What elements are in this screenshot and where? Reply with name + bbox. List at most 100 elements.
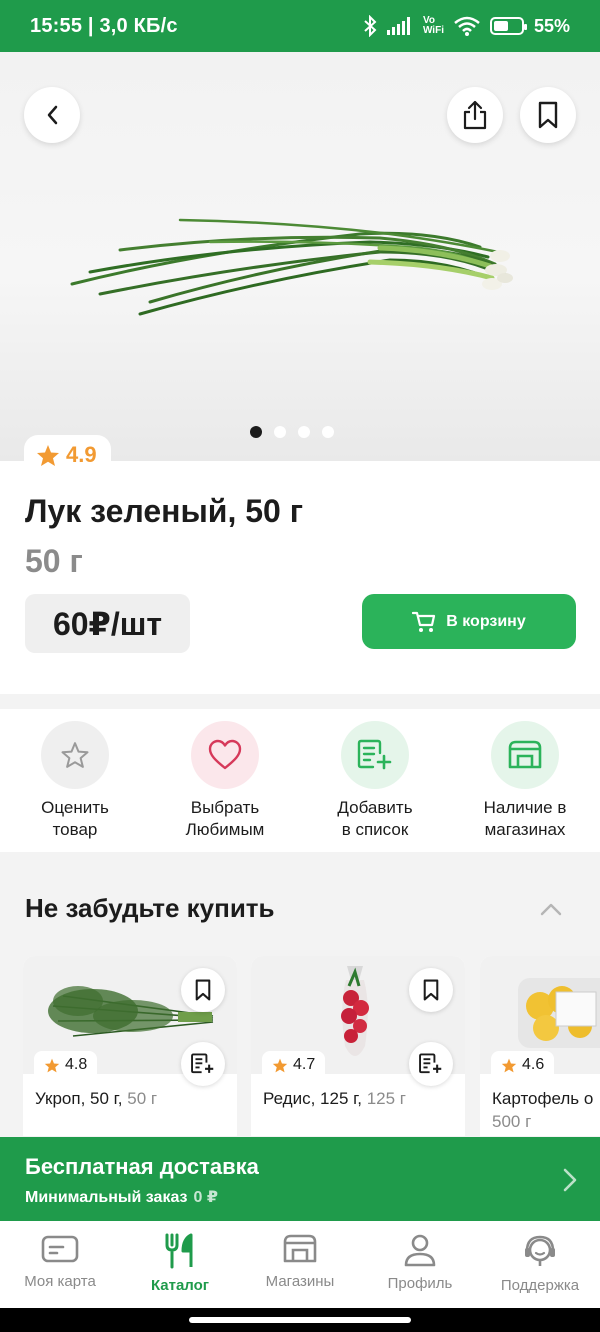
home-indicator[interactable] bbox=[189, 1317, 411, 1323]
availability-circle bbox=[491, 721, 559, 789]
add-to-cart-label: В корзину bbox=[446, 612, 526, 630]
product-price: 60₽/шт bbox=[25, 594, 190, 653]
card-name: Редис, 125 г, 125 г bbox=[263, 1087, 463, 1110]
status-bar: 15:55 | 3,0 КБ/с Vo WiFi 55% bbox=[0, 0, 600, 52]
add-to-cart-button[interactable]: В корзину bbox=[362, 594, 576, 649]
choose-favorite-label: Выбрать Любимым bbox=[185, 798, 265, 839]
rate-product-action[interactable]: Оценить товар bbox=[0, 709, 150, 852]
tab-catalog[interactable]: Каталог bbox=[120, 1221, 240, 1308]
add-to-list-action[interactable]: Добавить в список bbox=[300, 709, 450, 852]
store-icon bbox=[508, 740, 542, 769]
star-icon bbox=[44, 1058, 60, 1072]
heart-icon bbox=[208, 739, 242, 770]
card-rating-value: 4.6 bbox=[522, 1056, 545, 1073]
vowifi-icon: Vo WiFi bbox=[423, 16, 444, 36]
bookmark-icon bbox=[195, 979, 211, 1001]
card-rating-value: 4.7 bbox=[293, 1056, 316, 1073]
card-rating: 4.6 bbox=[491, 1051, 555, 1079]
product-gallery[interactable] bbox=[0, 52, 600, 461]
delivery-min-amount: 0 ₽ bbox=[193, 1189, 218, 1206]
recommend-carousel[interactable]: 4.8 Укроп, 50 г, 50 г 4.7 Редис, 125 г, … bbox=[0, 956, 600, 1136]
add-list-circle bbox=[341, 721, 409, 789]
favorite-circle bbox=[191, 721, 259, 789]
recommend-section-title: Не забудьте купить bbox=[25, 893, 275, 923]
product-rating-value: 4.9 bbox=[66, 442, 97, 467]
list-add-icon bbox=[357, 739, 392, 770]
tab-label: Каталог bbox=[150, 1277, 210, 1294]
gallery-dot[interactable] bbox=[298, 426, 310, 438]
gallery-dot[interactable] bbox=[274, 426, 286, 438]
product-rating[interactable]: 4.9 bbox=[24, 435, 111, 475]
tab-label: Поддержка bbox=[500, 1277, 580, 1294]
card-rating: 4.7 bbox=[262, 1051, 326, 1079]
card-rating: 4.8 bbox=[34, 1051, 98, 1079]
share-icon bbox=[463, 100, 487, 130]
free-delivery-banner[interactable]: Бесплатная доставка Минимальный заказ 0 ₽ bbox=[0, 1137, 600, 1221]
catalog-fork-knife-icon bbox=[165, 1233, 193, 1269]
star-icon bbox=[501, 1058, 517, 1072]
card-icon bbox=[41, 1235, 79, 1263]
delivery-min-label: Минимальный заказ bbox=[25, 1189, 188, 1206]
card-bookmark-button[interactable] bbox=[409, 968, 453, 1012]
rate-circle bbox=[41, 721, 109, 789]
card-name-text: Картофель о bbox=[492, 1089, 594, 1108]
tab-profile[interactable]: Профиль bbox=[360, 1221, 480, 1308]
status-time-speed: 15:55 | 3,0 КБ/с bbox=[30, 14, 178, 37]
card-weight: 125 г bbox=[366, 1089, 407, 1108]
product-weight: 50 г bbox=[25, 543, 83, 579]
product-card-dill[interactable]: 4.8 Укроп, 50 г, 50 г bbox=[23, 956, 237, 1136]
card-name: Картофель о 500 г bbox=[492, 1087, 600, 1133]
signal-icon bbox=[386, 17, 410, 35]
card-add-to-list-button[interactable] bbox=[181, 1042, 225, 1086]
chevron-up-icon[interactable] bbox=[537, 896, 565, 924]
product-image bbox=[70, 218, 513, 316]
tab-label: Магазины bbox=[265, 1273, 335, 1290]
store-availability-label: Наличие в магазинах bbox=[483, 798, 567, 839]
chevron-left-icon bbox=[47, 105, 58, 125]
share-button[interactable] bbox=[447, 87, 503, 143]
gallery-pagination[interactable] bbox=[250, 426, 334, 438]
product-card-radish[interactable]: 4.7 Редис, 125 г, 125 г bbox=[251, 956, 465, 1136]
card-add-to-list-button[interactable] bbox=[409, 1042, 453, 1086]
choose-favorite-action[interactable]: Выбрать Любимым bbox=[150, 709, 300, 852]
gallery-dot[interactable] bbox=[250, 426, 262, 438]
tab-support[interactable]: Поддержка bbox=[480, 1221, 600, 1308]
store-icon bbox=[283, 1234, 317, 1263]
battery-percent: 55% bbox=[533, 15, 570, 36]
bookmark-button[interactable] bbox=[520, 87, 576, 143]
delivery-title: Бесплатная доставка bbox=[25, 1154, 259, 1179]
bookmark-icon bbox=[538, 101, 558, 129]
store-availability-action[interactable]: Наличие в магазинах bbox=[450, 709, 600, 852]
product-info: 4.9 Лук зеленый, 50 г 50 г 60₽/шт В корз… bbox=[0, 435, 600, 694]
product-card-potato[interactable]: 4.6 Картофель о 500 г bbox=[480, 956, 600, 1136]
card-bookmark-button[interactable] bbox=[181, 968, 225, 1012]
card-weight: 500 г bbox=[492, 1112, 532, 1131]
tab-my-card[interactable]: Моя карта bbox=[0, 1221, 120, 1308]
battery-icon bbox=[489, 17, 527, 35]
tab-stores[interactable]: Магазины bbox=[240, 1221, 360, 1308]
gallery-dot[interactable] bbox=[322, 426, 334, 438]
chevron-right-icon bbox=[563, 1168, 577, 1192]
rate-product-label: Оценить товар bbox=[41, 798, 109, 839]
bookmark-icon bbox=[423, 979, 439, 1001]
tab-label: Моя карта bbox=[24, 1273, 96, 1290]
bottom-tab-bar: Моя карта Каталог Магазины Профиль Подде… bbox=[0, 1221, 600, 1308]
product-title: Лук зеленый, 50 г bbox=[25, 493, 304, 529]
list-add-icon bbox=[191, 1053, 214, 1074]
card-rating-value: 4.8 bbox=[65, 1056, 88, 1073]
support-headset-icon bbox=[525, 1235, 555, 1266]
profile-icon bbox=[404, 1234, 436, 1267]
back-button[interactable] bbox=[24, 87, 80, 143]
card-name-text: Редис, 125 г, bbox=[263, 1089, 362, 1108]
tab-label: Профиль bbox=[387, 1275, 453, 1292]
delivery-min-order: Минимальный заказ 0 ₽ bbox=[25, 1187, 218, 1207]
battery-fill bbox=[493, 21, 509, 31]
add-to-list-label: Добавить в список bbox=[337, 798, 413, 839]
wifi-icon bbox=[454, 16, 480, 36]
list-add-icon bbox=[419, 1053, 442, 1074]
vowifi-bottom: WiFi bbox=[422, 25, 444, 36]
card-name: Укроп, 50 г, 50 г bbox=[35, 1087, 235, 1110]
star-outline-icon bbox=[61, 742, 89, 768]
product-actions: Оценить товар Выбрать Любимым Добавить в… bbox=[0, 709, 600, 852]
cart-icon bbox=[412, 611, 436, 632]
